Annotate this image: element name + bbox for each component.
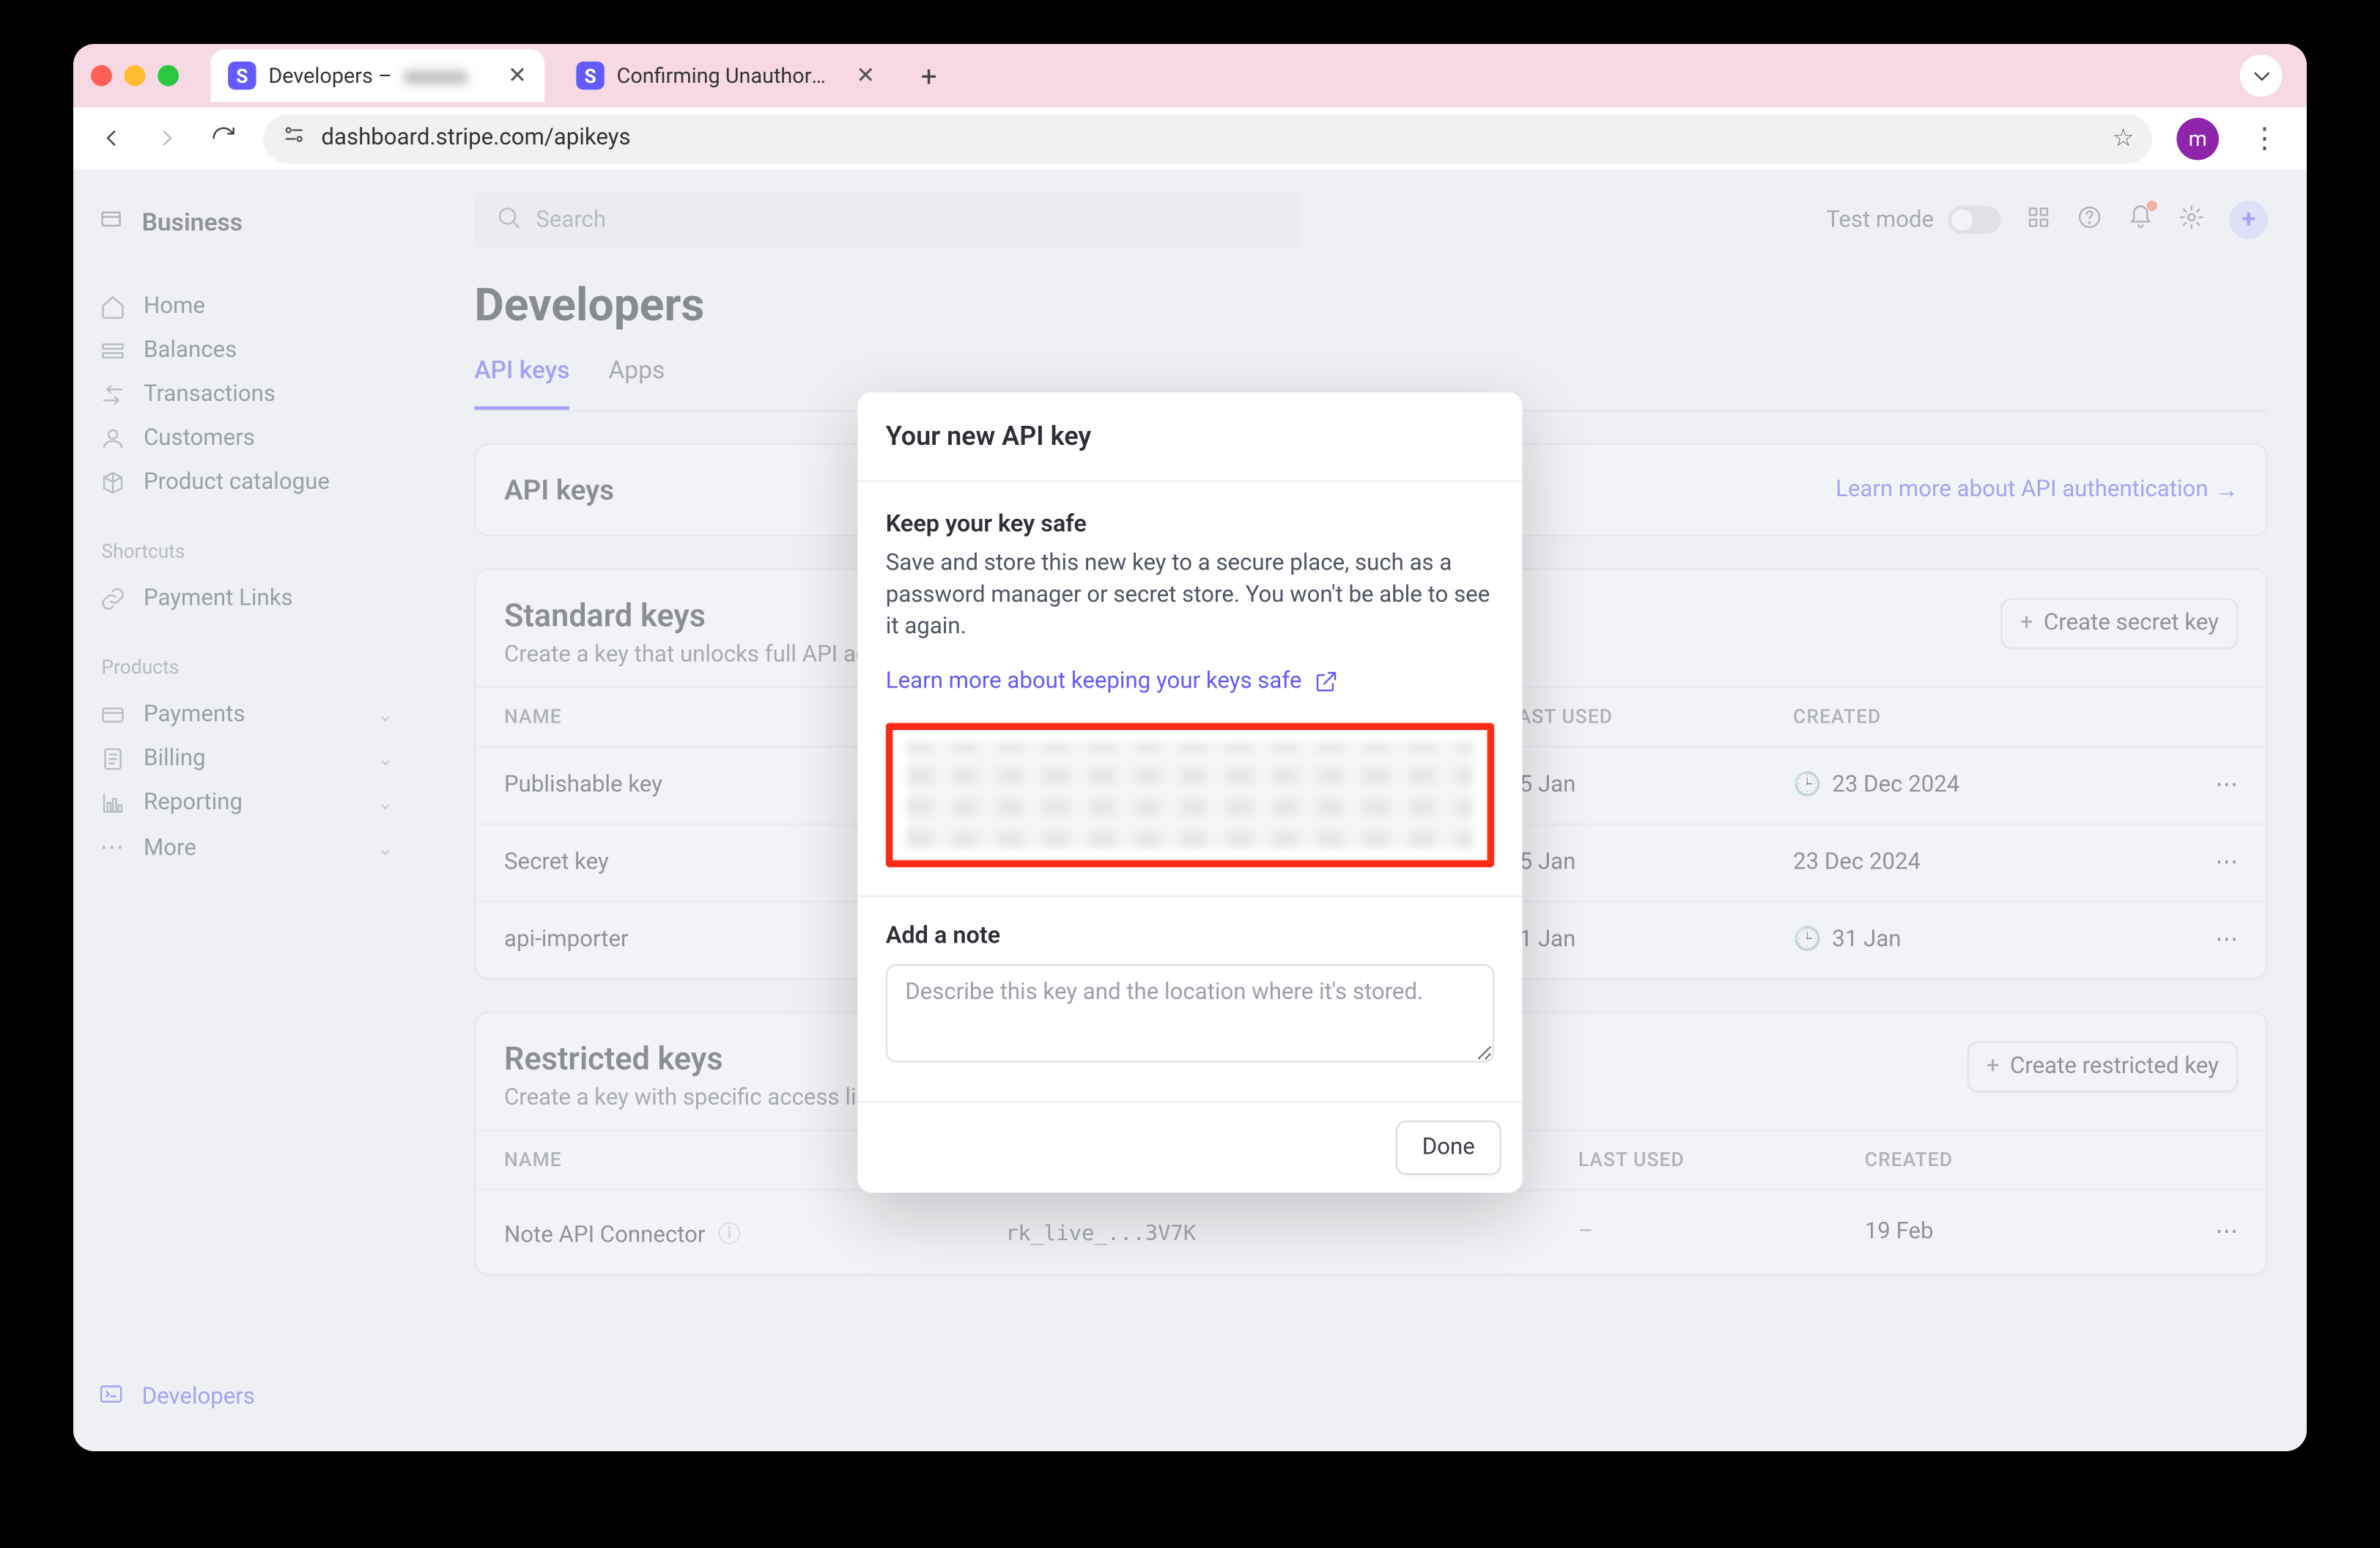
tab-title: Confirming Unauthorised Log — [617, 63, 828, 88]
traffic-lights — [91, 65, 179, 86]
forward-button[interactable] — [151, 125, 182, 151]
reload-button[interactable] — [207, 125, 238, 151]
arrow-right-icon — [153, 125, 180, 151]
bookmark-icon[interactable]: ☆ — [2113, 124, 2135, 152]
learn-keys-safe-link[interactable]: Learn more about keeping your keys safe — [886, 668, 1339, 695]
arrow-left-icon — [97, 125, 123, 151]
done-button[interactable]: Done — [1396, 1120, 1501, 1174]
external-link-icon — [1312, 668, 1339, 695]
stripe-dashboard: Business Home Balances Transactions Cust… — [73, 171, 2307, 1451]
browser-url-bar: dashboard.stripe.com/apikeys ☆ m ⋮ — [73, 107, 2307, 170]
browser-menu-button[interactable]: ⋮ — [2244, 122, 2286, 155]
keep-safe-body: Save and store this new key to a secure … — [886, 549, 1494, 644]
close-tab-icon[interactable]: ✕ — [508, 62, 527, 89]
api-key-redacted — [907, 742, 1474, 847]
tab-title-redacted: xxxxxx — [404, 63, 468, 88]
browser-tab-2[interactable]: S Confirming Unauthorised Log ✕ — [558, 49, 892, 102]
tabs-overflow-button[interactable] — [2240, 54, 2283, 97]
close-tab-icon[interactable]: ✕ — [856, 62, 875, 89]
keep-safe-heading: Keep your key safe — [886, 510, 1494, 538]
back-button[interactable] — [95, 125, 126, 151]
minimize-window-icon[interactable] — [125, 65, 146, 86]
api-key-display[interactable] — [886, 723, 1494, 867]
stripe-favicon-icon: S — [228, 62, 256, 89]
note-textarea[interactable] — [886, 964, 1494, 1062]
site-settings-icon[interactable] — [281, 122, 307, 155]
reload-icon — [210, 125, 236, 151]
modal-title: Your new API key — [857, 392, 1522, 482]
add-note-heading: Add a note — [886, 921, 1494, 949]
button-label: Done — [1422, 1135, 1475, 1161]
modal-overlay: Your new API key Keep your key safe Save… — [73, 171, 2307, 1451]
profile-avatar-button[interactable]: m — [2176, 117, 2219, 160]
stripe-favicon-icon: S — [576, 62, 604, 89]
close-window-icon[interactable] — [91, 65, 112, 86]
browser-tab-1[interactable]: S Developers – xxxxxx ✕ — [210, 49, 544, 102]
new-api-key-modal: Your new API key Keep your key safe Save… — [857, 392, 1522, 1193]
browser-tab-strip: S Developers – xxxxxx ✕ S Confirming Una… — [73, 44, 2307, 107]
tab-title: Developers – — [268, 63, 392, 88]
link-label: Learn more about keeping your keys safe — [886, 668, 1302, 695]
chevron-down-icon — [2248, 62, 2274, 89]
url-field[interactable]: dashboard.stripe.com/apikeys ☆ — [263, 114, 2152, 163]
new-tab-button[interactable]: + — [907, 59, 951, 92]
maximize-window-icon[interactable] — [158, 65, 179, 86]
url-text: dashboard.stripe.com/apikeys — [321, 125, 2098, 151]
